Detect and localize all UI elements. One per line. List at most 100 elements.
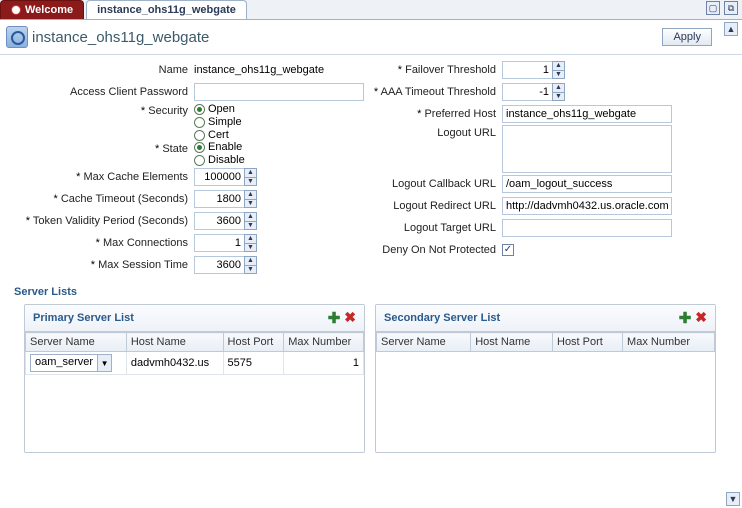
serverlists-title: Server Lists [0, 280, 742, 300]
spin-up-icon[interactable]: ▲ [244, 234, 257, 243]
spin-up-icon[interactable]: ▲ [244, 168, 257, 177]
spin-down-icon[interactable]: ▼ [552, 92, 565, 101]
logoutredir-label: Logout Redirect URL [372, 200, 502, 212]
col-server[interactable]: Server Name [26, 333, 127, 352]
security-open-radio[interactable]: Open [194, 103, 242, 115]
apply-button[interactable]: Apply [662, 28, 712, 46]
scroll-up-icon[interactable]: ▲ [724, 22, 738, 36]
tab-instance-label: instance_ohs11g_webgate [97, 4, 236, 16]
tab-instance[interactable]: instance_ohs11g_webgate [86, 0, 247, 19]
prefhost-input[interactable] [502, 105, 672, 123]
security-cert-radio[interactable]: Cert [194, 129, 242, 141]
right-column: Failover Threshold ▲▼ AAA Timeout Thresh… [372, 59, 716, 276]
secondary-server-list: Secondary Server List ✚ ✖ Server Name Ho… [375, 304, 716, 453]
name-value: instance_ohs11g_webgate [194, 64, 364, 76]
spin-up-icon[interactable]: ▲ [552, 61, 565, 70]
tab-welcome-label: Welcome [25, 4, 73, 16]
spin-down-icon[interactable]: ▼ [244, 243, 257, 252]
failover-label: Failover Threshold [372, 64, 502, 76]
cell-host: dadvmh0432.us [126, 352, 223, 375]
radio-selected-icon [194, 104, 205, 115]
webgate-icon [6, 26, 28, 48]
form-area: Name instance_ohs11g_webgate Access Clie… [0, 55, 742, 280]
maximize-icon[interactable]: ⧉ [724, 1, 738, 15]
spin-up-icon[interactable]: ▲ [244, 256, 257, 265]
table-row[interactable]: oam_server▼ dadvmh0432.us 5575 1 [26, 352, 364, 375]
radio-selected-icon [194, 142, 205, 153]
spin-up-icon[interactable]: ▲ [244, 212, 257, 221]
oracle-logo-icon [11, 5, 21, 15]
secondary-table: Server Name Host Name Host Port Max Numb… [376, 332, 715, 352]
deny-label: Deny On Not Protected [372, 244, 502, 256]
page-header: instance_ohs11g_webgate Apply [0, 20, 742, 55]
maxconn-label: Max Connections [4, 237, 194, 249]
page-title: instance_ohs11g_webgate [32, 29, 209, 46]
right-scrollbar-bottom[interactable]: ▼ [726, 492, 740, 506]
security-label: Security [4, 103, 194, 117]
logoutredir-input[interactable] [502, 197, 672, 215]
logoutcb-label: Logout Callback URL [372, 178, 502, 190]
prefhost-label: Preferred Host [372, 108, 502, 120]
tokenvalid-input[interactable]: ▲▼ [194, 212, 257, 230]
col-host[interactable]: Host Name [471, 333, 553, 352]
radio-icon [194, 130, 205, 141]
add-primary-icon[interactable]: ✚ [328, 309, 341, 327]
state-enable-radio[interactable]: Enable [194, 141, 245, 153]
cachetimeout-label: Cache Timeout (Seconds) [4, 193, 194, 205]
tokenvalid-label: Token Validity Period (Seconds) [4, 215, 194, 227]
password-label: Access Client Password [4, 86, 194, 98]
logouturl-label: Logout URL [372, 125, 502, 139]
state-disable-radio[interactable]: Disable [194, 154, 245, 166]
chevron-down-icon[interactable]: ▼ [97, 355, 111, 371]
tab-bar: Welcome instance_ohs11g_webgate ▢ ⧉ [0, 0, 742, 20]
right-scrollbar[interactable]: ▲ [724, 22, 740, 37]
remove-primary-icon[interactable]: ✖ [344, 309, 356, 327]
spin-down-icon[interactable]: ▼ [244, 199, 257, 208]
cell-max: 1 [288, 357, 359, 369]
cachetimeout-input[interactable]: ▲▼ [194, 190, 257, 208]
col-server[interactable]: Server Name [377, 333, 471, 352]
cell-port: 5575 [223, 352, 284, 375]
aaa-input[interactable]: ▲▼ [502, 83, 565, 101]
server-name-select[interactable]: oam_server▼ [30, 354, 112, 372]
col-port[interactable]: Host Port [553, 333, 623, 352]
col-max[interactable]: Max Number [623, 333, 715, 352]
name-label: Name [4, 64, 194, 76]
secondary-title: Secondary Server List [384, 312, 500, 324]
spin-up-icon[interactable]: ▲ [244, 190, 257, 199]
primary-title: Primary Server List [33, 312, 134, 324]
spin-down-icon[interactable]: ▼ [244, 177, 257, 186]
spin-down-icon[interactable]: ▼ [244, 221, 257, 230]
deny-checkbox[interactable]: ✓ [502, 244, 514, 256]
aaa-label: AAA Timeout Threshold [372, 86, 502, 98]
maxcache-label: Max Cache Elements [4, 171, 194, 183]
maxsess-label: Max Session Time [4, 259, 194, 271]
maxcache-input[interactable]: ▲▼ [194, 168, 257, 186]
spin-down-icon[interactable]: ▼ [244, 265, 257, 274]
detach-icon[interactable]: ▢ [706, 1, 720, 15]
primary-server-list: Primary Server List ✚ ✖ Server Name Host… [24, 304, 365, 453]
spin-up-icon[interactable]: ▲ [552, 83, 565, 92]
remove-secondary-icon[interactable]: ✖ [695, 309, 707, 327]
radio-icon [194, 117, 205, 128]
logouturl-input[interactable] [502, 125, 672, 173]
col-max[interactable]: Max Number [284, 333, 364, 352]
security-simple-radio[interactable]: Simple [194, 116, 242, 128]
state-label: State [4, 141, 194, 155]
logouttarget-label: Logout Target URL [372, 222, 502, 234]
maxsess-input[interactable]: ▲▼ [194, 256, 257, 274]
col-port[interactable]: Host Port [223, 333, 284, 352]
left-column: Name instance_ohs11g_webgate Access Clie… [4, 59, 364, 276]
logouttarget-input[interactable] [502, 219, 672, 237]
server-lists-row: Primary Server List ✚ ✖ Server Name Host… [0, 300, 742, 459]
failover-input[interactable]: ▲▼ [502, 61, 565, 79]
scroll-down-icon[interactable]: ▼ [726, 492, 740, 506]
tab-welcome[interactable]: Welcome [0, 0, 84, 19]
add-secondary-icon[interactable]: ✚ [679, 309, 692, 327]
maxconn-input[interactable]: ▲▼ [194, 234, 257, 252]
radio-icon [194, 155, 205, 166]
logoutcb-input[interactable] [502, 175, 672, 193]
spin-down-icon[interactable]: ▼ [552, 70, 565, 79]
password-input[interactable] [194, 83, 364, 101]
col-host[interactable]: Host Name [126, 333, 223, 352]
